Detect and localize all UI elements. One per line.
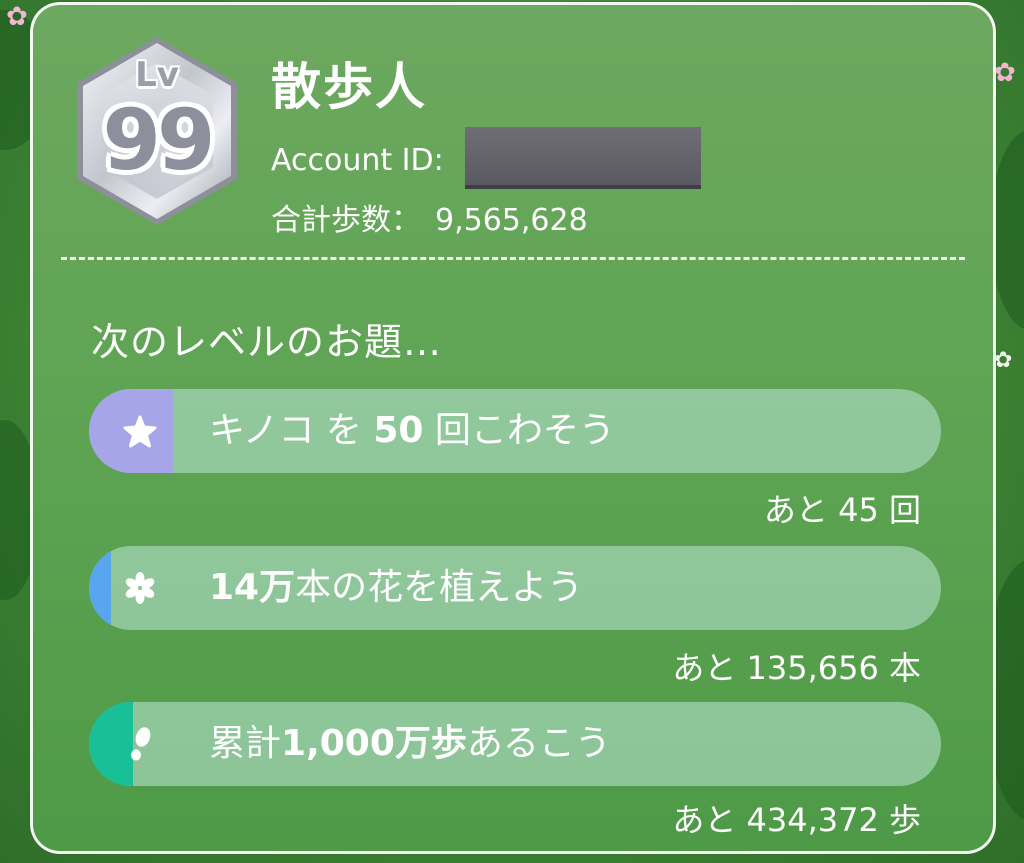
- dashed-divider: [61, 257, 965, 260]
- task-text-pre: 累計: [209, 723, 282, 764]
- total-steps-row: 合計歩数： 9,565,628: [271, 195, 588, 239]
- task-accent: [89, 546, 111, 630]
- player-name: 散歩人: [271, 58, 427, 116]
- task-text-pre: キノコ を: [209, 410, 374, 451]
- background-flower-icon: ✿: [994, 58, 1016, 88]
- task-text-post: 本の花を植えよう: [295, 567, 584, 608]
- account-id-redaction: [465, 127, 701, 189]
- total-steps-label: 合計歩数：: [271, 203, 421, 238]
- task-text-bold: 1,000万歩: [281, 723, 467, 764]
- task-text-post: 回こわそう: [423, 410, 615, 451]
- star-icon: [123, 407, 157, 455]
- task-plant-flowers[interactable]: 14万本の花を植えよう: [89, 546, 941, 630]
- screen: { "profile": { "level_label": "Lv", "lev…: [0, 0, 1024, 863]
- task-text-bold: 50: [373, 410, 424, 451]
- next-level-title: 次のレベルのお題…: [91, 320, 443, 364]
- level-badge: Lv 99: [69, 33, 245, 229]
- task-text: 累計1,000万歩あるこう: [209, 702, 611, 786]
- task-text: 14万本の花を植えよう: [209, 546, 583, 630]
- player-profile-card: Lv 99 散歩人 Account ID: 合計歩数： 9,565,628 次のレ…: [30, 2, 996, 854]
- task-remaining: あと 135,656 本: [672, 649, 921, 687]
- task-text-bold: 14万: [209, 567, 296, 608]
- level-label: Lv: [135, 55, 179, 95]
- task-walk-steps[interactable]: 累計1,000万歩あるこう: [89, 702, 941, 786]
- task-remaining: あと 45 回: [763, 491, 921, 529]
- task-text: キノコ を 50 回こわそう: [209, 389, 615, 473]
- background-flower-icon: ✿: [994, 348, 1013, 373]
- account-id-row: Account ID:: [271, 143, 444, 178]
- total-steps-value: 9,565,628: [435, 203, 588, 238]
- flower-icon: [123, 564, 157, 612]
- task-remaining: あと 434,372 歩: [672, 801, 921, 839]
- account-id-label: Account ID:: [271, 143, 444, 178]
- task-text-post: あるこう: [466, 723, 611, 764]
- footprint-icon: [123, 720, 157, 768]
- background-flower-icon: ✿: [6, 2, 28, 32]
- level-value: 99: [102, 91, 216, 189]
- task-break-mushrooms[interactable]: キノコ を 50 回こわそう: [89, 389, 941, 473]
